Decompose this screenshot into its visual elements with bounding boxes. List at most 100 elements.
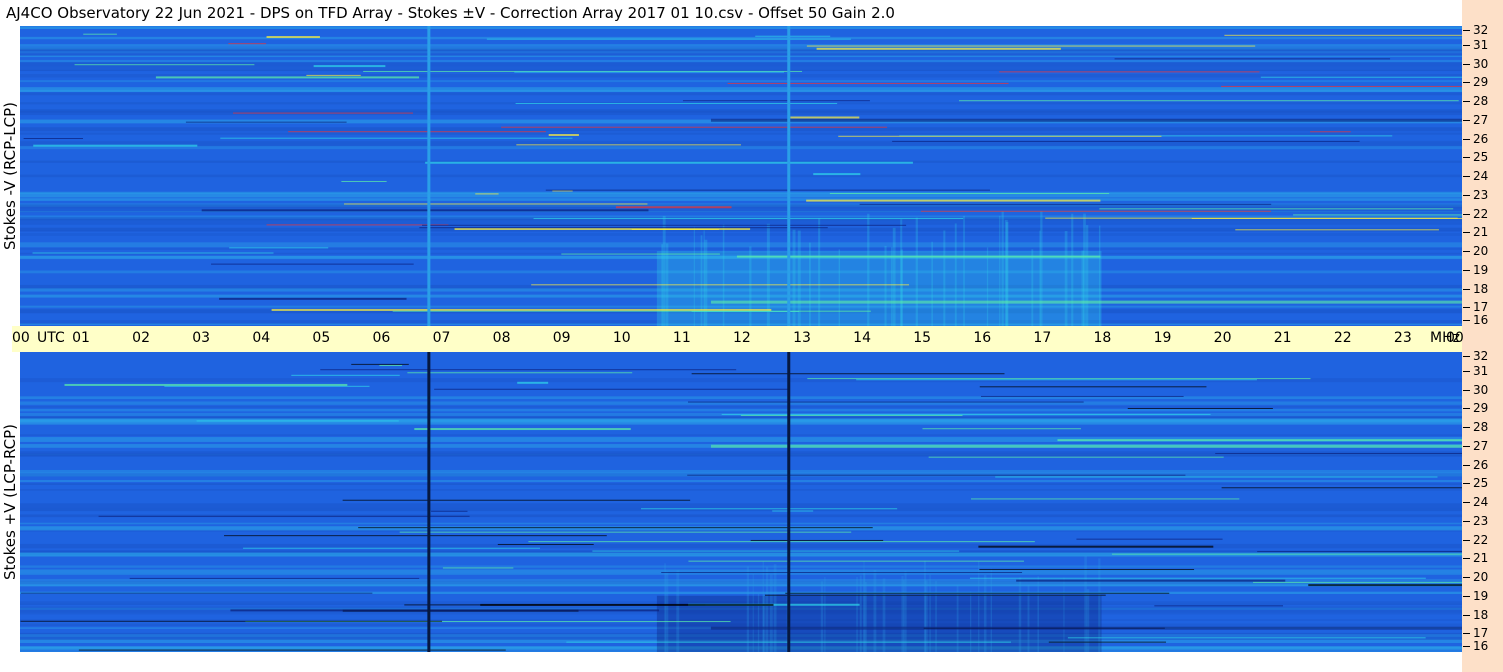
burst-streak bbox=[931, 241, 933, 326]
rfi-line bbox=[807, 378, 1311, 380]
spectrogram-band bbox=[20, 127, 1462, 132]
frequency-tick-label: 28 bbox=[1462, 420, 1489, 434]
rfi-line bbox=[313, 65, 386, 68]
utc-tick-label: 18 bbox=[1093, 330, 1112, 346]
rfi-line bbox=[32, 252, 274, 254]
frequency-tick-label: 22 bbox=[1462, 532, 1489, 547]
burst-streak bbox=[983, 574, 987, 652]
spectrogram-stokes-minus-v bbox=[20, 26, 1462, 326]
frequency-tick-label: 18 bbox=[1462, 281, 1489, 296]
rfi-line bbox=[306, 74, 361, 76]
utc-tick-label: 09 bbox=[552, 330, 571, 346]
rfi-line bbox=[592, 550, 960, 552]
burst-streak bbox=[986, 247, 989, 326]
burst-streak bbox=[824, 577, 826, 652]
rfi-line bbox=[454, 228, 751, 231]
frequency-tick-label: 24 bbox=[1462, 169, 1489, 183]
utc-tick-label: 23 bbox=[1393, 330, 1412, 346]
utc-tick-label: 05 bbox=[312, 330, 331, 346]
burst-streak bbox=[1005, 221, 1009, 326]
rfi-line bbox=[196, 420, 399, 422]
burst-streak bbox=[676, 570, 680, 652]
rfi-line bbox=[1308, 584, 1462, 587]
rfi-line bbox=[922, 428, 1081, 430]
spectrogram-band bbox=[20, 192, 1462, 198]
rfi-line bbox=[1048, 641, 1167, 643]
spectrogram-band bbox=[20, 59, 1462, 63]
frequency-tick-label: 29 bbox=[1462, 401, 1489, 416]
frequency-tick-label: 31 bbox=[1462, 363, 1489, 378]
rfi-line bbox=[1235, 229, 1439, 231]
rfi-line bbox=[155, 76, 420, 79]
rfi-line bbox=[288, 131, 546, 133]
rfi-line bbox=[516, 144, 741, 146]
burst-streak bbox=[762, 594, 766, 652]
rfi-line bbox=[971, 498, 1240, 500]
rfi-line bbox=[806, 199, 1101, 202]
spectrogram-band bbox=[20, 242, 1462, 248]
rfi-line bbox=[399, 531, 852, 533]
utc-tick-label: 10 bbox=[612, 330, 631, 346]
burst-streak bbox=[1098, 225, 1101, 326]
utc-tick-label: 15 bbox=[913, 330, 932, 346]
utc-tick-label: 08 bbox=[492, 330, 511, 346]
spectrogram-band bbox=[20, 543, 1462, 549]
rfi-line bbox=[1260, 76, 1462, 78]
burst-streak bbox=[856, 576, 858, 652]
rfi-line bbox=[545, 189, 990, 191]
spectrogram-band bbox=[20, 396, 1462, 400]
burst-streak bbox=[664, 563, 666, 652]
rfi-band bbox=[710, 444, 1462, 448]
rfi-line bbox=[920, 210, 1272, 212]
mhz-unit-label: MHz bbox=[1430, 330, 1460, 346]
spectrogram-band bbox=[20, 248, 1462, 250]
rfi-line bbox=[414, 428, 631, 431]
rfi-line bbox=[978, 545, 1214, 548]
spectrogram-band bbox=[20, 483, 1462, 485]
frequency-tick-label: 25 bbox=[1462, 476, 1489, 491]
top-spectrogram-plot bbox=[20, 26, 1462, 326]
utc-tick-label: 20 bbox=[1213, 330, 1232, 346]
burst-streak bbox=[1085, 225, 1089, 326]
burst-streak bbox=[1037, 576, 1040, 652]
utc-tick-label: 01 bbox=[72, 330, 90, 346]
rfi-line bbox=[1099, 208, 1454, 210]
burst-streak bbox=[929, 574, 931, 652]
frequency-tick-label: 22 bbox=[1462, 206, 1489, 221]
rfi-line bbox=[442, 567, 514, 569]
spectrogram-band bbox=[20, 174, 1462, 178]
rfi-line bbox=[755, 35, 831, 37]
rfi-line bbox=[164, 385, 370, 387]
rfi-line bbox=[23, 138, 83, 140]
utc-tick-label: 04 bbox=[252, 330, 271, 346]
rfi-line bbox=[691, 373, 1005, 375]
utc-tick-label: 02 bbox=[132, 330, 150, 346]
rfi-line bbox=[407, 372, 633, 374]
spectrogram-band bbox=[20, 522, 1462, 525]
bottom-spectrogram-plot bbox=[20, 352, 1462, 652]
rfi-line bbox=[98, 515, 470, 517]
burst-streak bbox=[752, 574, 754, 652]
burst-streak bbox=[954, 223, 957, 326]
rfi-line bbox=[980, 395, 1184, 397]
rfi-line bbox=[422, 224, 907, 226]
rfi-line bbox=[431, 510, 468, 512]
rfi-line bbox=[561, 253, 720, 255]
rfi-line bbox=[20, 592, 373, 594]
burst-streak bbox=[882, 578, 886, 652]
spectrogram-band bbox=[20, 503, 1462, 509]
rfi-line bbox=[688, 560, 1024, 562]
spectrogram-band bbox=[20, 469, 1462, 474]
spectrogram-band bbox=[20, 80, 1462, 83]
rfi-line bbox=[1114, 58, 1391, 60]
rfi-line bbox=[816, 47, 1061, 50]
rfi-line bbox=[548, 134, 579, 137]
rfi-line bbox=[497, 543, 594, 545]
bottom-y-label-text: Stokes +V (LCP-RCP) bbox=[1, 424, 19, 580]
rfi-line bbox=[379, 364, 403, 366]
spectrogram-band bbox=[20, 44, 1462, 50]
rfi-line bbox=[1057, 439, 1462, 442]
rfi-line bbox=[999, 71, 1260, 73]
rfi-line bbox=[979, 386, 1207, 388]
burst-streak bbox=[1063, 577, 1065, 652]
